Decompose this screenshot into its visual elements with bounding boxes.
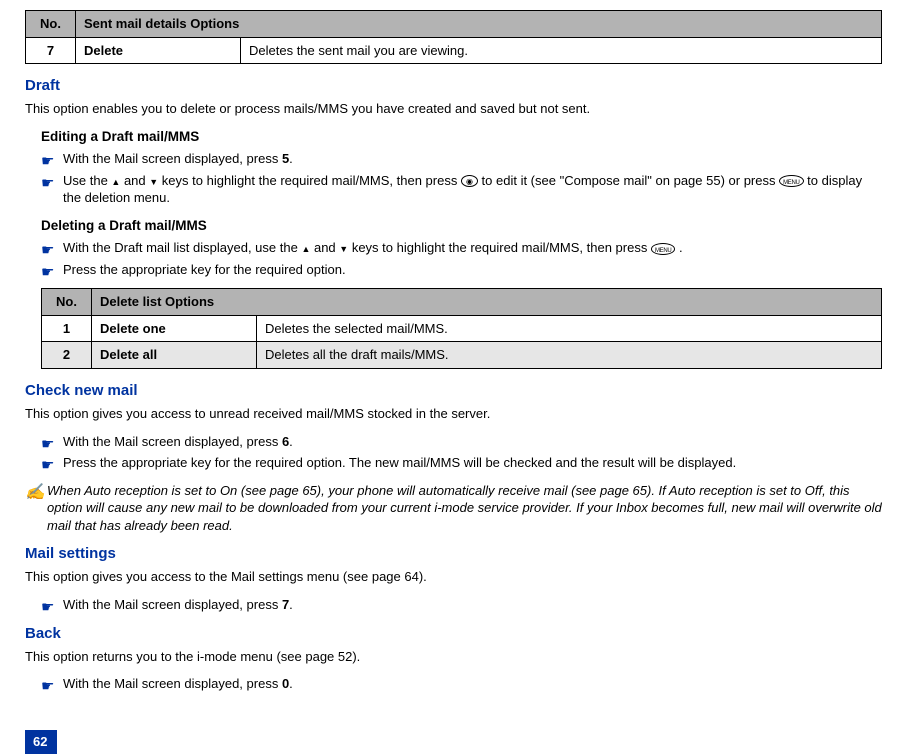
hand-icon: ☛ bbox=[41, 263, 54, 283]
deleting-draft-title: Deleting a Draft mail/MMS bbox=[41, 217, 882, 235]
hand-icon: ☛ bbox=[41, 174, 54, 194]
table-header-no: No. bbox=[42, 289, 92, 316]
list-item: ☛ With the Draft mail list displayed, us… bbox=[41, 239, 882, 257]
text: With the Mail screen displayed, press bbox=[63, 597, 282, 612]
text: to edit it (see "Compose mail" on page 5… bbox=[478, 173, 779, 188]
note-text: When Auto reception is set to On (see pa… bbox=[47, 482, 882, 535]
text: . bbox=[289, 434, 293, 449]
text: Press the appropriate key for the requir… bbox=[63, 455, 736, 470]
hand-icon: ☛ bbox=[41, 598, 54, 618]
draft-title: Draft bbox=[25, 76, 882, 96]
list-item: ☛ With the Mail screen displayed, press … bbox=[41, 433, 882, 451]
text: With the Draft mail list displayed, use … bbox=[63, 240, 301, 255]
editing-draft-title: Editing a Draft mail/MMS bbox=[41, 128, 882, 146]
delete-list-options-table: No. Delete list Options 1 Delete one Del… bbox=[41, 288, 882, 369]
hand-icon: ☛ bbox=[41, 677, 54, 697]
list-item: ☛ Press the appropriate key for the requ… bbox=[41, 261, 882, 279]
back-steps: ☛ With the Mail screen displayed, press … bbox=[41, 675, 882, 693]
list-item: ☛ Use the and keys to highlight the requ… bbox=[41, 172, 882, 207]
text: keys to highlight the required mail/MMS,… bbox=[348, 240, 651, 255]
note-icon: ✍ bbox=[25, 482, 47, 504]
text: With the Mail screen displayed, press bbox=[63, 434, 282, 449]
table-header-options: Delete list Options bbox=[92, 289, 882, 316]
table-row: 7 Delete Deletes the sent mail you are v… bbox=[26, 37, 882, 64]
text: With the Mail screen displayed, press bbox=[63, 151, 282, 166]
table-row: 1 Delete one Deletes the selected mail/M… bbox=[42, 315, 882, 342]
table-header-options: Sent mail details Options bbox=[76, 11, 882, 38]
deleting-draft-steps: ☛ With the Draft mail list displayed, us… bbox=[41, 239, 882, 278]
text: keys to highlight the required mail/MMS,… bbox=[158, 173, 461, 188]
cell-no: 1 bbox=[42, 315, 92, 342]
list-item: ☛ With the Mail screen displayed, press … bbox=[41, 150, 882, 168]
check-new-mail-steps: ☛ With the Mail screen displayed, press … bbox=[41, 433, 882, 472]
hand-icon: ☛ bbox=[41, 241, 54, 261]
list-item: ☛ With the Mail screen displayed, press … bbox=[41, 675, 882, 693]
cell-desc: Deletes all the draft mails/MMS. bbox=[257, 342, 882, 369]
hand-icon: ☛ bbox=[41, 456, 54, 476]
cell-no: 2 bbox=[42, 342, 92, 369]
text: and bbox=[120, 173, 149, 188]
back-desc: This option returns you to the i-mode me… bbox=[25, 648, 882, 666]
check-new-mail-title: Check new mail bbox=[25, 381, 882, 401]
table-row: 2 Delete all Deletes all the draft mails… bbox=[42, 342, 882, 369]
text: Use the bbox=[63, 173, 111, 188]
mail-settings-steps: ☛ With the Mail screen displayed, press … bbox=[41, 596, 882, 614]
cell-desc: Deletes the sent mail you are viewing. bbox=[241, 37, 882, 64]
menu-key-icon: MENU bbox=[651, 243, 675, 255]
draft-desc: This option enables you to delete or pro… bbox=[25, 100, 882, 118]
menu-key-icon: MENU bbox=[779, 175, 803, 187]
text: . bbox=[289, 676, 293, 691]
page-number: 62 bbox=[25, 730, 57, 754]
list-item: ☛ Press the appropriate key for the requ… bbox=[41, 454, 882, 472]
cell-no: 7 bbox=[26, 37, 76, 64]
editing-draft-steps: ☛ With the Mail screen displayed, press … bbox=[41, 150, 882, 207]
cell-desc: Deletes the selected mail/MMS. bbox=[257, 315, 882, 342]
text: . bbox=[289, 597, 293, 612]
note: ✍ When Auto reception is set to On (see … bbox=[25, 482, 882, 535]
down-arrow-icon bbox=[339, 240, 348, 255]
cell-name: Delete bbox=[76, 37, 241, 64]
text: Press the appropriate key for the requir… bbox=[63, 262, 346, 277]
cell-name: Delete one bbox=[92, 315, 257, 342]
mail-settings-title: Mail settings bbox=[25, 544, 882, 564]
list-item: ☛ With the Mail screen displayed, press … bbox=[41, 596, 882, 614]
cell-name: Delete all bbox=[92, 342, 257, 369]
center-key-icon bbox=[461, 175, 478, 187]
text: With the Mail screen displayed, press bbox=[63, 676, 282, 691]
check-new-mail-desc: This option gives you access to unread r… bbox=[25, 405, 882, 423]
table-header-no: No. bbox=[26, 11, 76, 38]
text: . bbox=[675, 240, 682, 255]
hand-icon: ☛ bbox=[41, 152, 54, 172]
up-arrow-icon bbox=[111, 173, 120, 188]
mail-settings-desc: This option gives you access to the Mail… bbox=[25, 568, 882, 586]
text: and bbox=[310, 240, 339, 255]
sent-mail-options-table: No. Sent mail details Options 7 Delete D… bbox=[25, 10, 882, 64]
hand-icon: ☛ bbox=[41, 435, 54, 455]
text: . bbox=[289, 151, 293, 166]
down-arrow-icon bbox=[149, 173, 158, 188]
back-title: Back bbox=[25, 624, 882, 644]
